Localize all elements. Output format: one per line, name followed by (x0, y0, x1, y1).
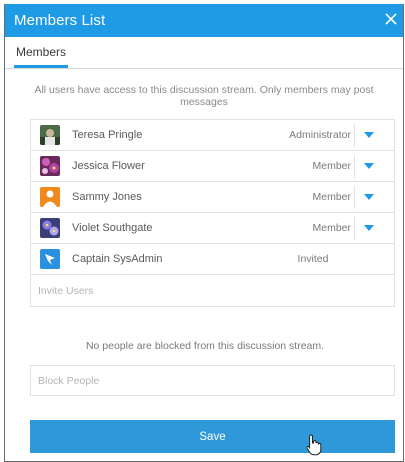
tab-members[interactable]: Members (14, 45, 69, 68)
row-divider (354, 155, 355, 178)
tab-bar: Members (5, 37, 403, 69)
bird-avatar (40, 249, 60, 269)
chevron-down-icon[interactable] (364, 132, 374, 138)
chevron-down-icon[interactable] (364, 225, 374, 231)
member-role[interactable]: Administrator (271, 129, 351, 141)
invite-users-input[interactable]: Invite Users (31, 275, 394, 306)
member-row: Captain SysAdmin Invited (31, 244, 394, 275)
access-info-text: All users have access to this discussion… (34, 84, 374, 108)
member-row: Teresa Pringle Administrator (31, 120, 394, 151)
dialog-titlebar: Members List (5, 4, 403, 37)
row-divider (354, 186, 355, 209)
save-button[interactable]: Save (30, 420, 395, 453)
dialog-title: Members List (14, 12, 106, 29)
member-name: Captain SysAdmin (72, 253, 163, 265)
row-divider (354, 124, 355, 147)
close-icon[interactable] (381, 9, 401, 29)
member-row: Jessica Flower Member (31, 151, 394, 182)
block-people-input[interactable]: Block People (30, 365, 395, 396)
member-row: Sammy Jones Member (31, 182, 394, 213)
member-status: Invited (297, 253, 329, 265)
photo-avatar (40, 125, 60, 145)
members-list-dialog: Members List Members All users have acce… (4, 4, 404, 462)
chevron-down-icon[interactable] (364, 194, 374, 200)
member-name: Jessica Flower (72, 160, 145, 172)
chevron-down-icon[interactable] (364, 163, 374, 169)
violet-avatar (40, 218, 60, 238)
member-role[interactable]: Member (271, 191, 351, 203)
member-name: Violet Southgate (72, 222, 153, 234)
member-name: Sammy Jones (72, 191, 142, 203)
members-table: Teresa Pringle Administrator Jessica Flo… (30, 119, 395, 307)
flower-avatar (40, 156, 60, 176)
row-divider (354, 217, 355, 240)
member-name: Teresa Pringle (72, 129, 143, 141)
blocked-info-text: No people are blocked from this discussi… (85, 340, 325, 352)
member-row: Violet Southgate Member (31, 213, 394, 244)
member-role[interactable]: Member (271, 222, 351, 234)
hand-cursor-icon (306, 434, 322, 456)
member-role[interactable]: Member (271, 160, 351, 172)
orange-avatar (40, 187, 60, 207)
